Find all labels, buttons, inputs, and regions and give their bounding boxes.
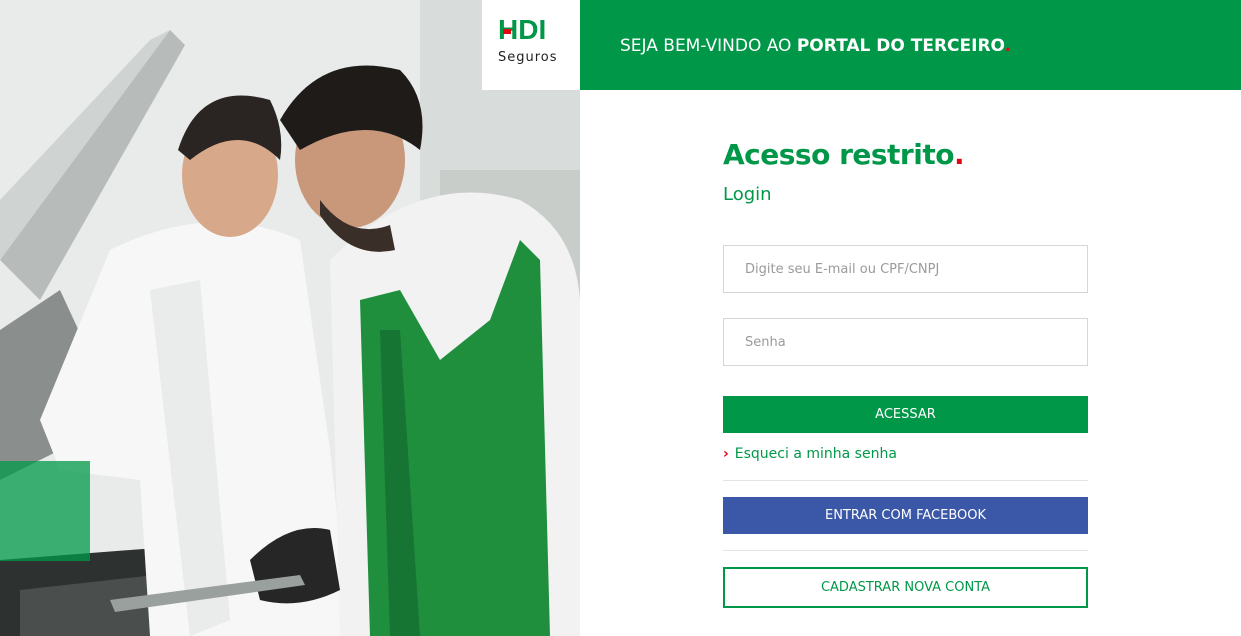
decorative-green-square — [0, 461, 90, 561]
email-field[interactable] — [723, 245, 1088, 293]
divider — [723, 480, 1088, 481]
password-field[interactable] — [723, 318, 1088, 366]
header-bar: SEJA BEM-VINDO AO PORTAL DO TERCEIRO. — [580, 0, 1241, 90]
forgot-password-link[interactable]: › Esqueci a minha senha — [723, 446, 897, 462]
forgot-password-label: Esqueci a minha senha — [734, 446, 897, 462]
divider — [723, 550, 1088, 551]
logo-seguros-text: Seguros — [498, 50, 558, 65]
title-dot: . — [953, 138, 965, 171]
page-title: Acesso restrito. — [723, 138, 965, 171]
portal-name: PORTAL DO TERCEIRO — [796, 36, 1005, 56]
hdi-logo[interactable]: HDI Seguros — [482, 0, 580, 90]
chevron-right-icon: › — [723, 446, 729, 462]
logo-red-bar — [503, 29, 511, 34]
login-subtitle: Login — [723, 184, 772, 205]
register-button[interactable]: CADASTRAR NOVA CONTA — [723, 567, 1088, 608]
welcome-heading: SEJA BEM-VINDO AO PORTAL DO TERCEIRO. — [620, 34, 1011, 56]
title-text: Acesso restrito — [723, 138, 954, 171]
facebook-login-button[interactable]: ENTRAR COM FACEBOOK — [723, 497, 1088, 534]
welcome-text: SEJA BEM-VINDO AO — [620, 36, 797, 56]
header-dot: . — [1004, 36, 1012, 56]
hero-photo — [0, 0, 580, 636]
login-button[interactable]: ACESSAR — [723, 396, 1088, 433]
